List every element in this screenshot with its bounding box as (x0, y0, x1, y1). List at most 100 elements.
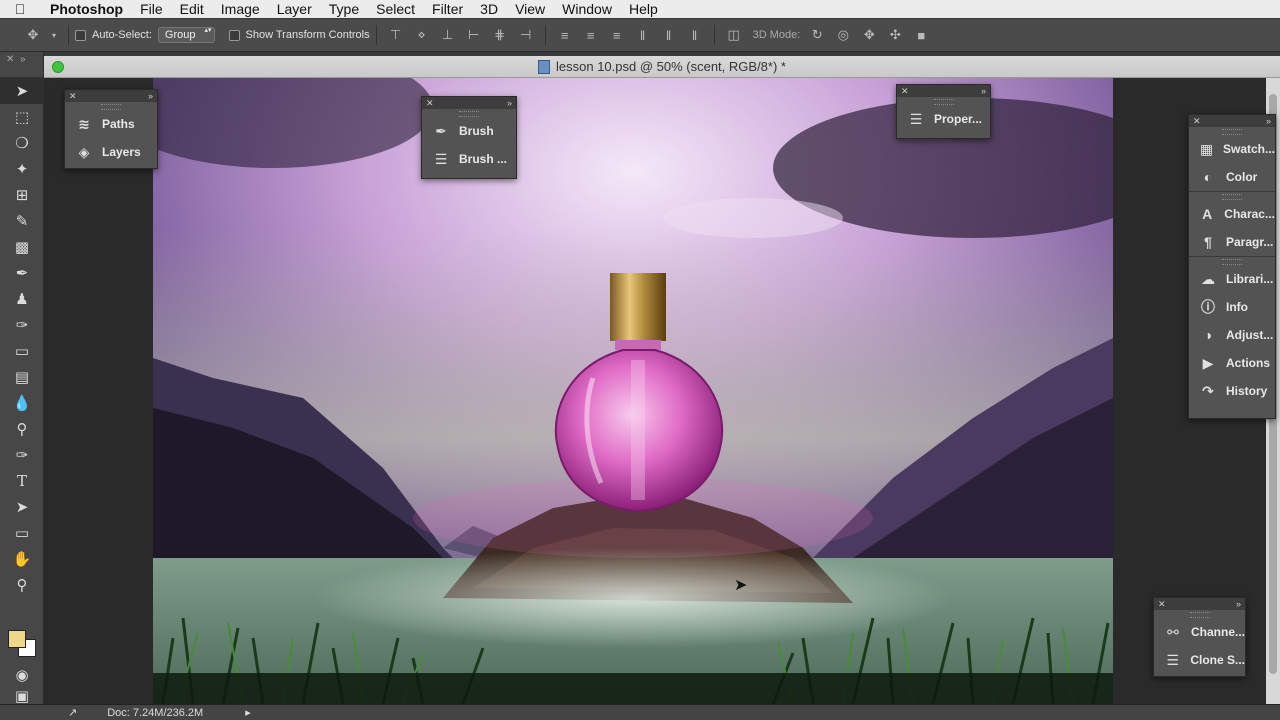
brush-tool-icon[interactable]: ✒ (0, 260, 44, 286)
type-tool-icon[interactable]: T (0, 468, 44, 494)
panel-tab-brush-presets[interactable]: ☰ Brush ... (422, 145, 516, 173)
panel-tab-channels[interactable]: ⚯ Channe... (1154, 618, 1245, 646)
show-transform-checkbox[interactable] (228, 29, 240, 41)
dodge-tool-icon[interactable]: ⚲ (0, 416, 44, 442)
menu-window[interactable]: Window (562, 1, 623, 17)
gradient-tool-icon[interactable]: ▤ (0, 364, 44, 390)
panel-header[interactable]: ✕» (65, 90, 157, 102)
shape-tool-icon[interactable]: ▭ (0, 520, 44, 546)
auto-select-dropdown[interactable]: Group (157, 27, 215, 43)
panel-tab-character[interactable]: A Charac... (1189, 200, 1275, 228)
collapse-icon[interactable]: » (1266, 116, 1271, 126)
panel-header[interactable]: ✕» (1189, 115, 1275, 127)
stamp-tool-icon[interactable]: ♟ (0, 286, 44, 312)
distribute-vcenter-icon[interactable]: ≡ (582, 27, 600, 43)
marquee-tool-icon[interactable]: ⬚ (0, 104, 44, 130)
auto-select-option[interactable]: Auto-Select: Group (75, 27, 215, 43)
panel-tab-info[interactable]: ⓘ Info (1189, 293, 1275, 321)
zoom-tool-icon[interactable]: ⚲ (0, 572, 44, 598)
distribute-bottom-icon[interactable]: ≡ (608, 27, 626, 43)
status-menu-arrow-icon[interactable]: ▸ (245, 706, 251, 719)
collapse-icon[interactable]: » (20, 54, 26, 65)
close-icon[interactable]: ✕ (1193, 116, 1201, 127)
panel-tab-actions[interactable]: ▶ Actions (1189, 349, 1275, 377)
collapse-icon[interactable]: » (148, 91, 153, 101)
magic-wand-tool-icon[interactable]: ✦ (0, 156, 44, 182)
align-top-icon[interactable]: ⊤ (387, 27, 405, 43)
blur-tool-icon[interactable]: 💧 (0, 390, 44, 416)
move-tool-preset-icon[interactable]: ✥ (24, 27, 42, 43)
align-right-icon[interactable]: ⊣ (517, 27, 535, 43)
panel-tab-color[interactable]: ◐ Color (1189, 163, 1275, 191)
panel-tab-history[interactable]: ↷ History (1189, 377, 1275, 405)
distribute-hcenter-icon[interactable]: ‖ (660, 27, 678, 43)
quick-mask-icon[interactable]: ◉ (0, 662, 44, 688)
align-left-icon[interactable]: ⊢ (465, 27, 483, 43)
paths-icon: ≋ (78, 115, 90, 132)
distribute-left-icon[interactable]: ‖ (634, 27, 652, 43)
panel-header[interactable]: ✕» (897, 85, 990, 97)
panel-tab-paths[interactable]: ≋ Paths (65, 110, 157, 138)
hand-tool-icon[interactable]: ✋ (0, 546, 44, 572)
menu-filter[interactable]: Filter (432, 1, 474, 17)
orbit-3d-icon[interactable]: ↻ (808, 27, 826, 43)
menu-layer[interactable]: Layer (277, 1, 323, 17)
align-hcenter-icon[interactable]: ⋕ (491, 27, 509, 43)
history-brush-tool-icon[interactable]: ✑ (0, 312, 44, 338)
menu-help[interactable]: Help (629, 1, 669, 17)
panel-header[interactable]: ✕» (422, 97, 516, 109)
crop-tool-icon[interactable]: ⊞ (0, 182, 44, 208)
panel-tab-layers[interactable]: ◈ Layers (65, 138, 157, 166)
lasso-tool-icon[interactable]: ❍ (0, 130, 44, 156)
panel-tab-swatches[interactable]: ▦ Swatch... (1189, 135, 1275, 163)
path-selection-tool-icon[interactable]: ➤ (0, 494, 44, 520)
collapse-icon[interactable]: » (507, 98, 512, 108)
menu-app-name[interactable]: Photoshop (50, 1, 134, 17)
panel-tab-paragraph[interactable]: ¶ Paragr... (1189, 228, 1275, 256)
screen-mode-icon[interactable]: ▣ (0, 688, 44, 705)
color-swatches[interactable] (6, 625, 38, 657)
chevron-down-icon[interactable]: ▾ (50, 27, 58, 43)
menu-image[interactable]: Image (221, 1, 271, 17)
panel-tab-properties[interactable]: ☰ Proper... (897, 105, 990, 133)
eraser-tool-icon[interactable]: ▭ (0, 338, 44, 364)
scale-3d-icon[interactable]: ■ (912, 27, 930, 43)
panel-header[interactable]: ✕» (1154, 598, 1245, 610)
collapse-icon[interactable]: » (1236, 599, 1241, 609)
slide-3d-icon[interactable]: ✣ (886, 27, 904, 43)
menu-3d[interactable]: 3D (480, 1, 509, 17)
auto-align-icon[interactable]: ◫ (725, 27, 743, 43)
panel-tab-libraries[interactable]: ☁ Librari... (1189, 265, 1275, 293)
foreground-color-swatch[interactable] (8, 630, 26, 648)
apple-icon[interactable]:  (0, 1, 40, 17)
menu-type[interactable]: Type (329, 1, 370, 17)
menu-edit[interactable]: Edit (180, 1, 215, 17)
export-icon[interactable]: ↗ (68, 706, 77, 719)
healing-brush-tool-icon[interactable]: ▩ (0, 234, 44, 260)
close-icon[interactable]: ✕ (6, 54, 14, 65)
close-icon[interactable]: ✕ (426, 98, 434, 109)
panel-tab-clone-source[interactable]: ☰ Clone S... (1154, 646, 1245, 674)
align-vcenter-icon[interactable]: ⋄ (413, 27, 431, 43)
roll-3d-icon[interactable]: ◎ (834, 27, 852, 43)
auto-select-checkbox[interactable] (75, 29, 86, 41)
panel-tab-adjustments[interactable]: ◑ Adjust... (1189, 321, 1275, 349)
show-transform-option[interactable]: Show Transform Controls (228, 29, 370, 41)
close-icon[interactable]: ✕ (69, 91, 77, 102)
pen-tool-icon[interactable]: ✑ (0, 442, 44, 468)
menu-file[interactable]: File (140, 1, 174, 17)
distribute-right-icon[interactable]: ‖ (686, 27, 704, 43)
document-canvas[interactable] (153, 78, 1113, 704)
distribute-top-icon[interactable]: ≡ (556, 27, 574, 43)
move-tool-icon[interactable]: ➤ (0, 78, 44, 104)
menu-view[interactable]: View (515, 1, 556, 17)
menu-select[interactable]: Select (376, 1, 426, 17)
close-icon[interactable]: ✕ (1158, 599, 1166, 610)
collapse-icon[interactable]: » (981, 86, 986, 96)
pan-3d-icon[interactable]: ✥ (860, 27, 878, 43)
panel-tab-brush[interactable]: ✒ Brush (422, 117, 516, 145)
align-bottom-icon[interactable]: ⊥ (439, 27, 457, 43)
close-icon[interactable]: ✕ (901, 86, 909, 97)
eyedropper-tool-icon[interactable]: ✎ (0, 208, 44, 234)
window-zoom-button[interactable] (52, 61, 64, 73)
